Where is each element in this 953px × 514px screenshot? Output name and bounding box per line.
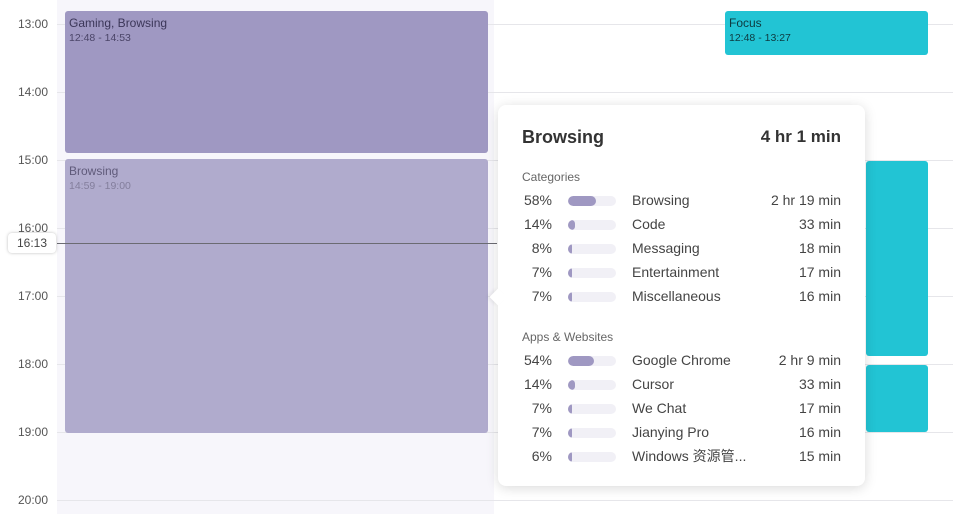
row-bar bbox=[568, 356, 616, 366]
row-percent: 14% bbox=[523, 216, 552, 232]
row-name: Google Chrome bbox=[632, 352, 731, 368]
row-name: Messaging bbox=[632, 240, 700, 256]
hour-label: 15:00 bbox=[17, 153, 48, 167]
row-percent: 7% bbox=[531, 288, 552, 304]
row-bar bbox=[568, 268, 616, 278]
row-percent: 14% bbox=[523, 376, 552, 392]
app-row: 7% Jianying Pro 16 min bbox=[522, 422, 841, 442]
hour-gridline bbox=[57, 500, 953, 501]
time-axis: 13:00 14:00 15:00 16:00 17:00 18:00 19:0… bbox=[0, 0, 57, 514]
event-focus[interactable]: Focus 12:48 - 13:27 bbox=[725, 11, 928, 55]
activity-popover: Browsing 4 hr 1 min Categories 58% Brows… bbox=[489, 105, 865, 486]
row-bar bbox=[568, 196, 616, 206]
event-time: 12:48 - 14:53 bbox=[69, 32, 131, 44]
hour-label: 19:00 bbox=[17, 425, 48, 439]
section-apps: Apps & Websites bbox=[522, 330, 614, 344]
row-duration: 18 min bbox=[798, 240, 841, 256]
row-bar bbox=[568, 244, 616, 254]
row-bar-fill bbox=[568, 452, 572, 462]
row-name: Windows 资源管... bbox=[632, 448, 747, 464]
row-name: Miscellaneous bbox=[632, 288, 721, 304]
row-bar-fill bbox=[568, 428, 572, 438]
event-gaming-browsing[interactable]: Gaming, Browsing 12:48 - 14:53 bbox=[65, 11, 488, 153]
popover-total: 4 hr 1 min bbox=[760, 127, 841, 146]
current-time-badge: 16:13 bbox=[8, 233, 56, 253]
row-name: Browsing bbox=[632, 192, 690, 208]
row-percent: 58% bbox=[523, 192, 552, 208]
row-bar bbox=[568, 452, 616, 462]
row-percent: 54% bbox=[523, 352, 552, 368]
app-row: 6% Windows 资源管... 15 min bbox=[522, 446, 841, 466]
row-name: Cursor bbox=[632, 376, 675, 392]
category-row: 7% Entertainment 17 min bbox=[522, 262, 841, 282]
row-duration: 17 min bbox=[798, 264, 841, 280]
category-row: 7% Miscellaneous 16 min bbox=[522, 286, 841, 306]
row-bar bbox=[568, 292, 616, 302]
row-bar-fill bbox=[568, 220, 575, 230]
popover-title: Browsing bbox=[522, 127, 605, 147]
hour-label: 18:00 bbox=[17, 357, 48, 371]
row-duration: 17 min bbox=[798, 400, 841, 416]
app-row: 54% Google Chrome 2 hr 9 min bbox=[522, 350, 841, 370]
event-focus-block[interactable] bbox=[866, 161, 928, 356]
row-bar bbox=[568, 404, 616, 414]
event-focus-block[interactable] bbox=[866, 365, 928, 432]
row-percent: 7% bbox=[531, 400, 552, 416]
row-duration: 33 min bbox=[798, 216, 841, 232]
category-row: 58% Browsing 2 hr 19 min bbox=[522, 190, 841, 210]
row-duration: 33 min bbox=[798, 376, 841, 392]
row-duration: 16 min bbox=[798, 288, 841, 304]
hour-label: 17:00 bbox=[17, 289, 48, 303]
hour-label: 20:00 bbox=[17, 493, 48, 507]
row-percent: 8% bbox=[531, 240, 552, 256]
current-time-line bbox=[57, 243, 497, 244]
row-bar bbox=[568, 380, 616, 390]
event-title: Browsing bbox=[69, 164, 119, 178]
app-row: 14% Cursor 33 min bbox=[522, 374, 841, 394]
app-row: 7% We Chat 17 min bbox=[522, 398, 841, 418]
row-bar-fill bbox=[568, 196, 596, 206]
row-percent: 7% bbox=[531, 424, 552, 440]
row-name: We Chat bbox=[632, 400, 687, 416]
row-duration: 2 hr 9 min bbox=[778, 352, 841, 368]
row-percent: 6% bbox=[531, 448, 552, 464]
row-bar bbox=[568, 428, 616, 438]
event-time: 14:59 - 19:00 bbox=[69, 180, 131, 192]
row-bar-fill bbox=[568, 380, 575, 390]
row-name: Jianying Pro bbox=[632, 424, 710, 440]
row-bar-fill bbox=[568, 244, 572, 254]
event-title: Focus bbox=[729, 16, 762, 30]
category-row: 14% Code 33 min bbox=[522, 214, 841, 234]
row-bar-fill bbox=[568, 292, 572, 302]
event-browsing[interactable]: Browsing 14:59 - 19:00 bbox=[65, 159, 488, 433]
row-bar-fill bbox=[568, 404, 572, 414]
row-duration: 2 hr 19 min bbox=[770, 192, 841, 208]
row-bar-fill bbox=[568, 268, 572, 278]
row-duration: 16 min bbox=[798, 424, 841, 440]
row-bar bbox=[568, 220, 616, 230]
popover-header: Browsing 4 hr 1 min bbox=[522, 127, 841, 149]
event-title: Gaming, Browsing bbox=[69, 16, 168, 30]
row-name: Entertainment bbox=[632, 264, 720, 280]
row-percent: 7% bbox=[531, 264, 552, 280]
row-duration: 15 min bbox=[798, 448, 841, 464]
section-categories: Categories bbox=[522, 170, 581, 184]
event-time: 12:48 - 13:27 bbox=[729, 32, 791, 44]
hour-label: 14:00 bbox=[17, 85, 48, 99]
category-row: 8% Messaging 18 min bbox=[522, 238, 841, 258]
hour-label: 13:00 bbox=[17, 17, 48, 31]
row-bar-fill bbox=[568, 356, 594, 366]
row-name: Code bbox=[632, 216, 666, 232]
